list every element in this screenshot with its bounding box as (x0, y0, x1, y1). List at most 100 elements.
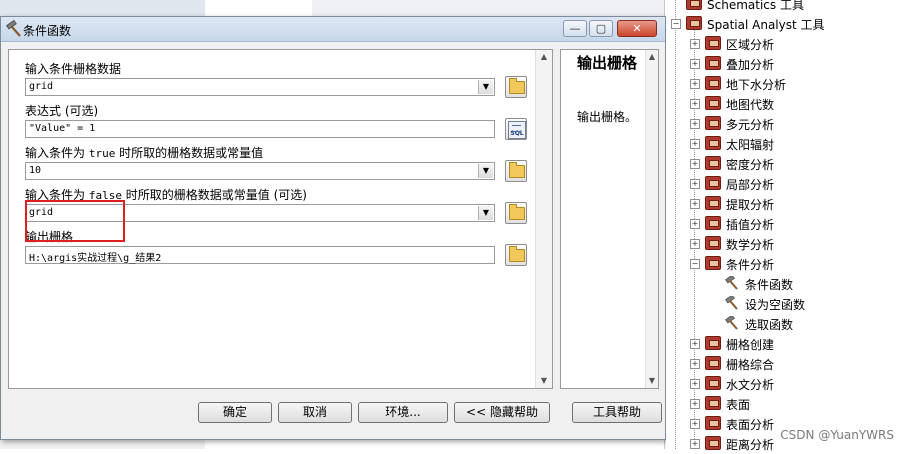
tool-help-button[interactable]: 工具帮助 (572, 402, 662, 423)
expression-label: 表达式 (可选) (25, 104, 99, 118)
background-window-left-header (0, 0, 205, 17)
browse-false-raster-button[interactable] (505, 202, 527, 224)
toolset-icon (705, 216, 721, 230)
tree-item-label: Spatial Analyst 工具 (707, 18, 825, 32)
input-raster-select[interactable]: grid ▼ (25, 78, 495, 96)
watermark: CSDN @YuanYWRS (780, 428, 894, 442)
expand-icon[interactable]: + (690, 419, 700, 429)
toolset-icon (705, 356, 721, 370)
tree-item-label: 多元分析 (726, 118, 775, 132)
tree-item-label: 区域分析 (726, 38, 775, 52)
browse-true-raster-button[interactable] (505, 160, 527, 182)
maximize-button[interactable]: ▢ (589, 20, 613, 37)
tree-item-label: 条件函数 (745, 278, 794, 292)
maximize-icon: ▢ (595, 22, 607, 35)
tree-item-label: 距离分析 (726, 438, 775, 452)
expand-icon[interactable]: + (690, 179, 700, 189)
toolset-icon (705, 36, 721, 50)
help-body: 输出栅格。 (577, 110, 638, 124)
tree-item-label: 提取分析 (726, 198, 775, 212)
hammer-icon (725, 296, 738, 310)
folder-icon (509, 246, 525, 262)
scroll-up-icon[interactable]: ▲ (536, 50, 552, 64)
tree-item-label: 太阳辐射 (726, 138, 775, 152)
tree-item-label: 密度分析 (726, 158, 775, 172)
tree-item-label: 插值分析 (726, 218, 775, 232)
collapse-icon[interactable]: − (690, 259, 700, 269)
expand-icon[interactable]: + (690, 339, 700, 349)
toolset-icon (705, 436, 721, 450)
expand-icon[interactable]: + (690, 99, 700, 109)
ok-button[interactable]: 确定 (198, 402, 272, 423)
expand-icon[interactable]: + (690, 439, 700, 449)
expand-icon[interactable]: + (690, 219, 700, 229)
expand-icon[interactable]: + (690, 399, 700, 409)
environments-button[interactable]: 环境... (358, 402, 448, 423)
help-panel: 输出栅格 输出栅格。 ▲ ▼ (560, 49, 659, 389)
tree-item-label: 栅格综合 (726, 358, 775, 372)
chevron-down-icon[interactable]: ▼ (478, 80, 493, 94)
toolbox-icon (686, 0, 702, 10)
folder-icon (509, 162, 525, 178)
toolset-icon (705, 116, 721, 130)
arctoolbox-tree: Schematics 工具 − Spatial Analyst 工具 + 区域分析… (666, 0, 909, 452)
highlight-annotation-box (25, 200, 125, 242)
scroll-down-icon[interactable]: ▼ (646, 374, 658, 388)
scroll-up-icon[interactable]: ▲ (646, 50, 658, 64)
browse-input-raster-button[interactable] (505, 76, 527, 98)
help-scrollbar[interactable]: ▲ ▼ (645, 50, 658, 388)
minimize-button[interactable]: — (563, 20, 587, 37)
toolset-icon (705, 96, 721, 110)
expand-icon[interactable]: + (690, 139, 700, 149)
expand-icon[interactable]: + (690, 79, 700, 89)
toolset-icon (705, 76, 721, 90)
toolset-icon (705, 256, 721, 270)
chevron-down-icon[interactable]: ▼ (478, 206, 493, 220)
expression-input[interactable]: "Value" = 1 (25, 120, 495, 138)
output-raster-value: H:\argis实战过程\g_结果2 (29, 253, 162, 264)
browse-output-raster-button[interactable] (505, 244, 527, 266)
true-raster-select[interactable]: 10 ▼ (25, 162, 495, 180)
parameter-form: 输入条件栅格数据 grid ▼ 表达式 (可选) "Value" = 1 SQL… (8, 49, 553, 389)
hammer-icon (725, 276, 738, 290)
cancel-button[interactable]: 取消 (278, 402, 352, 423)
expand-icon[interactable]: + (690, 159, 700, 169)
input-raster-label: 输入条件栅格数据 (25, 62, 122, 76)
hide-help-button[interactable]: << 隐藏帮助 (454, 402, 550, 423)
toolset-icon (705, 136, 721, 150)
tree-connector (675, 0, 676, 449)
sql-query-button[interactable]: SQL (505, 118, 527, 140)
expand-icon[interactable]: + (690, 39, 700, 49)
background-window-strip (312, 0, 664, 16)
expand-icon[interactable]: + (690, 359, 700, 369)
toolset-icon (705, 176, 721, 190)
expand-icon[interactable]: + (690, 239, 700, 249)
tree-item-label: Schematics 工具 (707, 0, 804, 12)
minimize-icon: — (569, 22, 581, 35)
toolset-icon (705, 56, 721, 70)
toolset-icon (705, 156, 721, 170)
expand-icon[interactable]: + (690, 119, 700, 129)
toolset-icon (705, 336, 721, 350)
sql-icon: SQL (508, 121, 526, 139)
folder-icon (509, 78, 525, 94)
scroll-down-icon[interactable]: ▼ (536, 374, 552, 388)
expand-icon[interactable]: + (690, 379, 700, 389)
close-button[interactable]: ✕ (617, 20, 657, 37)
toolset-icon (705, 236, 721, 250)
tree-item-label: 条件分析 (726, 258, 775, 272)
collapse-icon[interactable]: − (671, 19, 681, 29)
toolset-icon (705, 376, 721, 390)
tree-item-label: 栅格创建 (726, 338, 775, 352)
expand-icon[interactable]: + (690, 59, 700, 69)
expand-icon[interactable]: + (690, 199, 700, 209)
chevron-down-icon[interactable]: ▼ (478, 164, 493, 178)
hammer-icon (6, 20, 21, 37)
form-scrollbar[interactable]: ▲ ▼ (535, 50, 552, 388)
output-raster-input[interactable]: H:\argis实战过程\g_结果2 (25, 246, 495, 264)
tree-item-label: 表面 (726, 398, 751, 412)
tree-item-label: 数学分析 (726, 238, 775, 252)
input-raster-value: grid (29, 81, 54, 92)
tree-item-label: 选取函数 (745, 318, 794, 332)
dialog-titlebar[interactable]: 条件函数 — ▢ ✕ (1, 17, 665, 42)
